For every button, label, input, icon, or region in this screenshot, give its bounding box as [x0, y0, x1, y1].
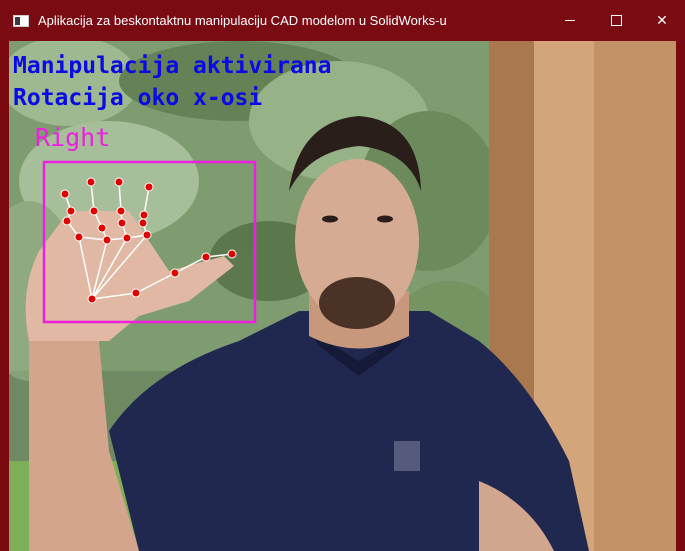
hand-label: Right [35, 123, 111, 152]
maximize-button[interactable] [593, 0, 639, 41]
status-manipulation: Manipulacija aktivirana [13, 53, 332, 79]
camera-view: Manipulacija aktivirana Rotacija oko x-o… [9, 41, 676, 551]
minimize-icon [565, 20, 575, 21]
close-button[interactable]: ✕ [639, 0, 685, 41]
minimize-button[interactable] [547, 0, 593, 41]
app-window: Aplikacija za beskontaktnu manipulaciju … [0, 0, 685, 551]
title-bar[interactable]: Aplikacija za beskontaktnu manipulaciju … [0, 0, 685, 41]
camera-feed [9, 41, 676, 551]
maximize-icon [610, 15, 622, 26]
window-app-icon [13, 15, 29, 27]
wall-right [594, 41, 676, 551]
status-rotation: Rotacija oko x-osi [13, 85, 263, 111]
window-title: Aplikacija za beskontaktnu manipulaciju … [38, 13, 447, 28]
close-icon: ✕ [656, 12, 668, 29]
